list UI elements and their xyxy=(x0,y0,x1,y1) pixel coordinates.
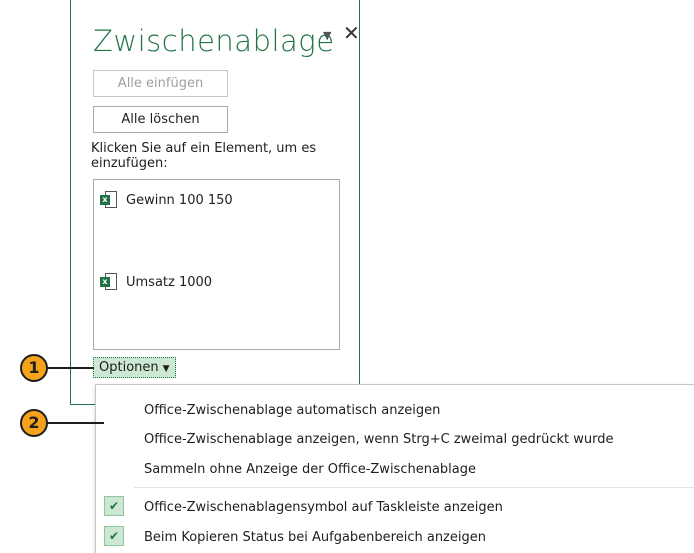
callout-badge-1: 1 xyxy=(20,354,48,382)
instruction-text: Klicken Sie auf ein Element, um es einzu… xyxy=(91,141,317,171)
clear-all-button[interactable]: Alle löschen xyxy=(93,106,228,133)
clipboard-item-label: Umsatz 1000 xyxy=(126,274,213,290)
triangle-down-icon[interactable]: ▼ xyxy=(323,29,331,42)
clipboard-item[interactable]: x Gewinn 100 150 xyxy=(100,189,233,211)
menu-item-copy-status[interactable]: ✔ Beim Kopieren Status bei Aufgabenberei… xyxy=(96,522,694,552)
menu-item-collect-silently[interactable]: Sammeln ohne Anzeige der Office-Zwischen… xyxy=(96,454,694,484)
menu-item-auto-show[interactable]: Office-Zwischenablage automatisch anzeig… xyxy=(96,395,694,425)
clipboard-items-list: x Gewinn 100 150 x Umsatz 1000 xyxy=(93,179,340,350)
clipboard-pane: Zwischenablage ▼ ✕ Alle einfügen Alle lö… xyxy=(70,0,360,405)
excel-icon: x xyxy=(100,273,118,291)
pane-title: Zwischenablage xyxy=(93,24,335,58)
callout-badge-2: 2 xyxy=(20,409,48,437)
options-label: Optionen xyxy=(99,360,159,375)
callout-line xyxy=(45,367,94,369)
menu-item-taskbar-icon[interactable]: ✔ Office-Zwischenablagensymbol auf Taskl… xyxy=(96,492,694,522)
clipboard-item[interactable]: x Umsatz 1000 xyxy=(100,271,212,293)
menu-separator xyxy=(134,487,694,488)
menu-item-show-ctrl-c[interactable]: Office-Zwischenablage anzeigen, wenn Str… xyxy=(96,424,694,454)
checkmark-icon: ✔ xyxy=(104,526,124,546)
clipboard-item-label: Gewinn 100 150 xyxy=(126,192,233,208)
excel-icon: x xyxy=(100,191,118,209)
options-button[interactable]: Optionen ▼ xyxy=(93,357,176,378)
callout-line xyxy=(45,422,104,424)
triangle-down-icon: ▼ xyxy=(162,364,170,374)
checkmark-icon: ✔ xyxy=(104,496,124,516)
options-menu: Office-Zwischenablage automatisch anzeig… xyxy=(95,384,694,553)
close-icon[interactable]: ✕ xyxy=(343,23,360,43)
paste-all-button[interactable]: Alle einfügen xyxy=(93,70,228,97)
